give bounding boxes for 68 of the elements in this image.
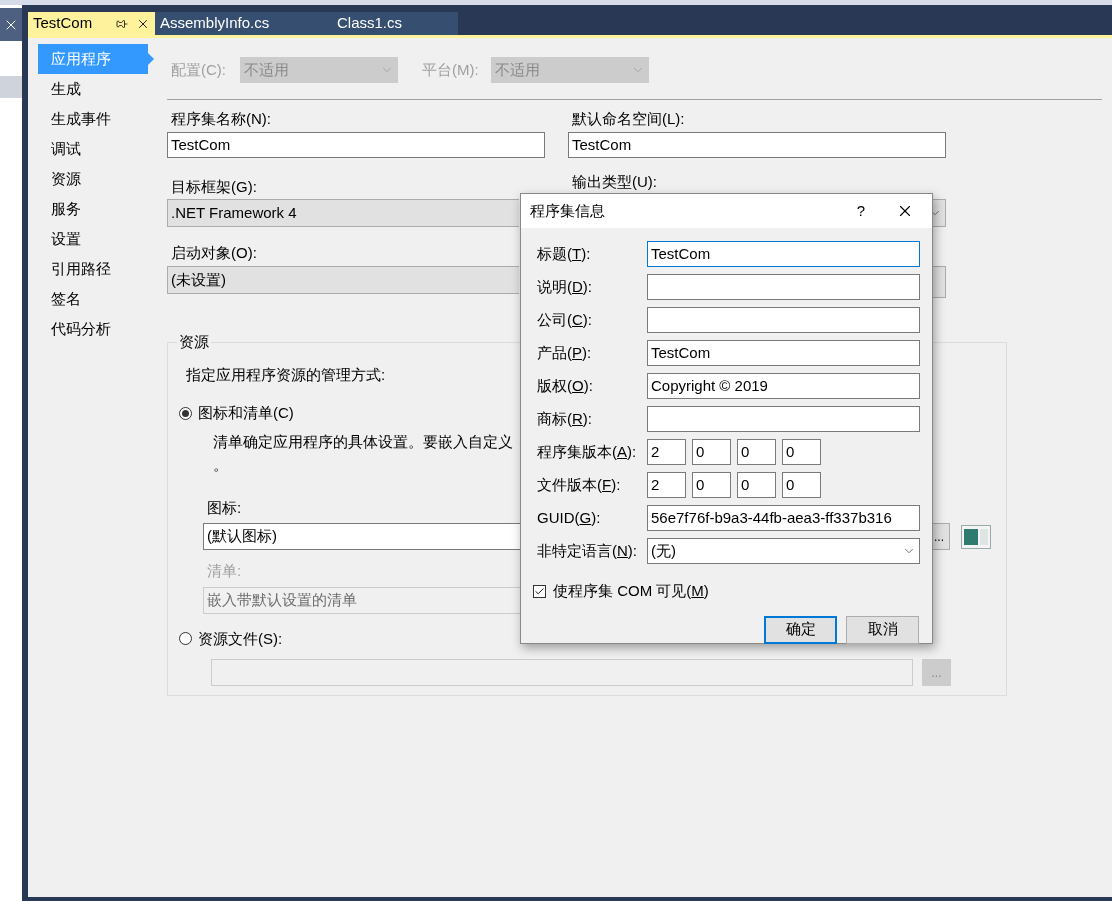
version-field[interactable]: 0 bbox=[692, 472, 731, 498]
version-field[interactable]: 0 bbox=[737, 472, 776, 498]
sidebar-item[interactable]: 资源 bbox=[38, 164, 148, 194]
document-tab[interactable]: TestCom bbox=[28, 12, 155, 35]
sidebar-item[interactable]: 设置 bbox=[38, 224, 148, 254]
version-field[interactable]: 0 bbox=[737, 439, 776, 465]
radio-button[interactable] bbox=[179, 406, 192, 420]
field-label: 非特定语言(N): bbox=[537, 541, 637, 559]
instruction-text: 指定应用程序资源的管理方式: bbox=[186, 365, 386, 383]
text-field[interactable]: TestCom bbox=[647, 340, 920, 366]
dropdown-label: 配置(C): bbox=[171, 59, 227, 80]
language-dropdown[interactable]: (无) bbox=[647, 538, 920, 564]
radio-label: 资源文件(S): bbox=[198, 628, 283, 649]
dropdown[interactable]: (未设置) bbox=[167, 266, 519, 294]
field-label: 清单: bbox=[207, 562, 242, 579]
version-field[interactable]: 2 bbox=[647, 472, 686, 498]
version-field[interactable]: 2 bbox=[647, 439, 686, 465]
dropdown-label: 平台(M): bbox=[422, 59, 480, 80]
field-label: 产品(P): bbox=[537, 343, 592, 361]
selection-arrow-icon bbox=[148, 53, 154, 65]
field-label: 说明(D): bbox=[537, 277, 592, 295]
version-field[interactable]: 0 bbox=[782, 439, 821, 465]
description-text: 。 bbox=[213, 454, 228, 475]
text-field[interactable]: 56e7f76f-b9a3-44fb-aea3-ff337b316 bbox=[647, 505, 920, 531]
sidebar-item[interactable]: 签名 bbox=[38, 284, 148, 314]
dropdown[interactable]: .NET Framework 4 bbox=[167, 199, 519, 227]
text-field[interactable]: TestCom bbox=[568, 132, 946, 158]
text-field[interactable]: TestCom bbox=[167, 132, 545, 158]
field-label: GUID(G): bbox=[537, 508, 601, 526]
field-label: 公司(C): bbox=[537, 310, 592, 328]
application-icon bbox=[961, 524, 991, 549]
text-field[interactable] bbox=[647, 274, 920, 300]
document-tab[interactable]: Class1.cs bbox=[320, 12, 458, 35]
text-field[interactable]: Copyright © 2019 bbox=[647, 373, 920, 399]
field-label: 商标(R): bbox=[537, 409, 592, 427]
field-label: 目标框架(G): bbox=[171, 178, 257, 195]
dialog-button[interactable]: 取消 bbox=[846, 615, 919, 644]
text-field[interactable] bbox=[647, 307, 920, 333]
checkbox-label: 使程序集 COM 可见(M) bbox=[553, 581, 709, 601]
field-label: 程序集版本(A): bbox=[537, 442, 637, 460]
radio-button[interactable] bbox=[179, 632, 192, 646]
checkbox[interactable] bbox=[533, 584, 546, 598]
group-title: 资源 bbox=[178, 332, 210, 352]
field-label: 版权(O): bbox=[537, 376, 593, 394]
field-label: 输出类型(U): bbox=[572, 173, 657, 190]
text-field[interactable]: TestCom bbox=[647, 241, 920, 267]
sidebar-item[interactable]: 引用路径 bbox=[38, 254, 148, 284]
dialog-title: 程序集信息 bbox=[530, 200, 605, 221]
sidebar-item[interactable]: 调试 bbox=[38, 134, 148, 164]
field-label: 默认命名空间(L): bbox=[572, 110, 685, 127]
field-label: 文件版本(F): bbox=[537, 475, 621, 493]
sidebar-item[interactable]: 服务 bbox=[38, 194, 148, 224]
field-label: 标题(T): bbox=[537, 244, 591, 262]
field-label: 程序集名称(N): bbox=[171, 110, 271, 127]
description-text: 清单确定应用程序的具体设置。要嵌入自定义 bbox=[213, 431, 513, 452]
text-field[interactable] bbox=[647, 406, 920, 432]
help-button[interactable]: ? bbox=[846, 196, 876, 226]
pin-icon[interactable] bbox=[116, 17, 128, 30]
document-tab[interactable]: AssemblyInfo.cs bbox=[155, 12, 320, 35]
sidebar-item[interactable]: 代码分析 bbox=[38, 314, 148, 344]
field-label: 图标: bbox=[207, 498, 242, 516]
sidebar-item[interactable]: 生成事件 bbox=[38, 104, 148, 134]
radio-label: 图标和清单(C) bbox=[198, 403, 294, 423]
sidebar-item[interactable]: 生成 bbox=[38, 74, 148, 104]
version-field[interactable]: 0 bbox=[782, 472, 821, 498]
field-label: 启动对象(O): bbox=[171, 244, 257, 261]
dialog-button[interactable]: 确定 bbox=[764, 615, 837, 644]
version-field[interactable]: 0 bbox=[692, 439, 731, 465]
